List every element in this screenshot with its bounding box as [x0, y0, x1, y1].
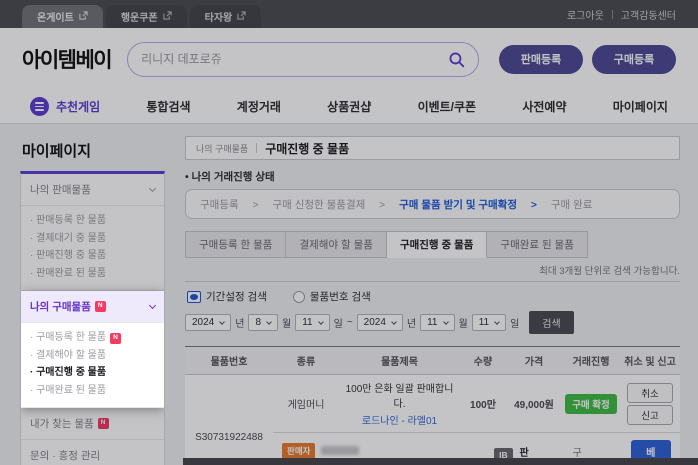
chevron-down-icon	[148, 301, 157, 309]
itembay-page: 온게이트 행운쿠폰 타자왕 로그아웃 고객감동센터 아이템베이 판매등록	[0, 0, 698, 465]
sidebar-item-purchase-registered[interactable]: 구매등록 한 물품N	[30, 329, 155, 347]
section-label: 나의 구매물품	[30, 301, 91, 313]
new-badge: N	[94, 301, 106, 312]
sidebar-purchases-list: 구매등록 한 물품N 결제해야 할 물품 구매진행 중 물품 구매완료 된 물품	[21, 323, 164, 408]
sidebar-item-purchase-completed[interactable]: 구매완료 된 물품	[30, 382, 155, 400]
sidebar-item-purchase-in-progress-current[interactable]: 구매진행 중 물품	[30, 364, 155, 382]
sidebar-item-to-pay[interactable]: 결제해야 할 물품	[30, 347, 155, 365]
sidebar-header-my-purchases[interactable]: 나의 구매물품 N	[21, 291, 164, 323]
sidebar-section-my-purchases-highlighted: 나의 구매물품 N 구매등록 한 물품N 결제해야 할 물품 구매진행 중 물품…	[21, 291, 164, 408]
new-badge: N	[110, 333, 121, 344]
